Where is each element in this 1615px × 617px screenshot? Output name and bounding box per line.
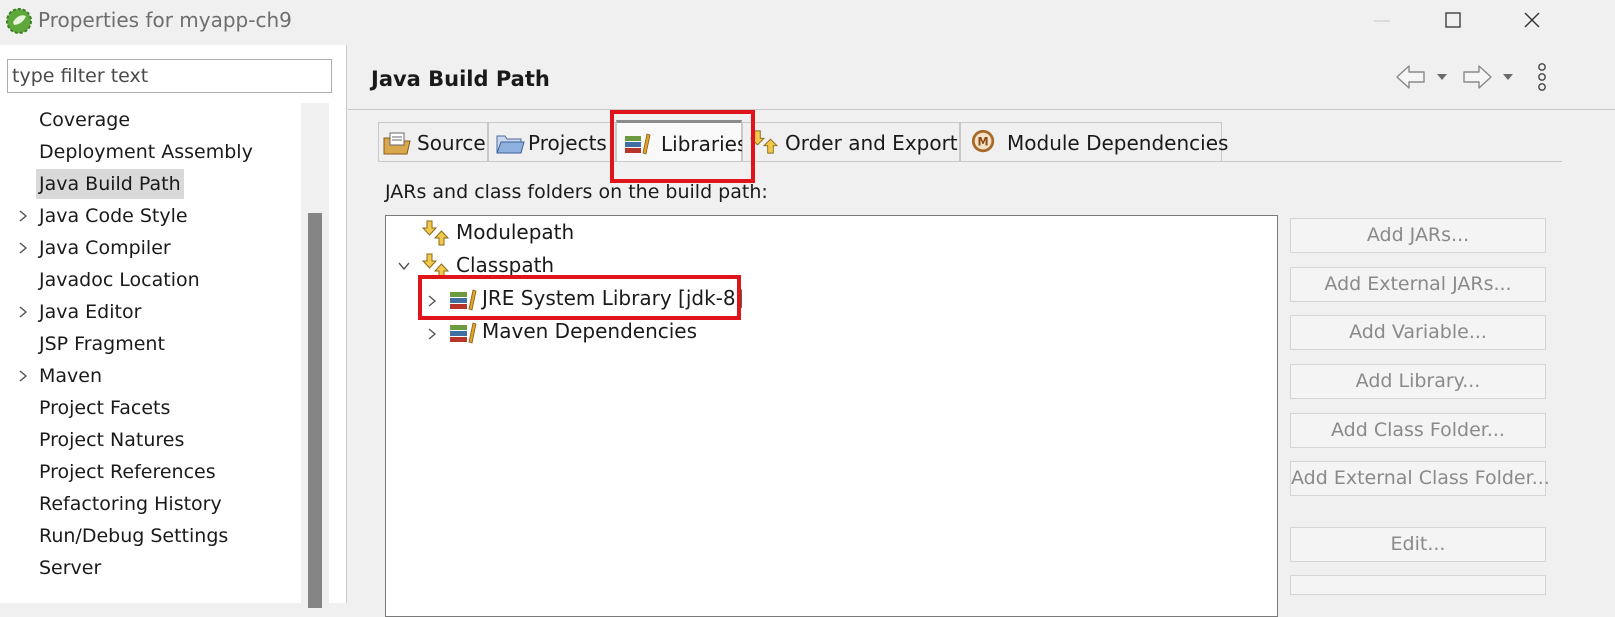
tab-order-and-export-label: Order and Export — [785, 131, 958, 155]
edit-button[interactable]: Edit... — [1290, 527, 1546, 562]
sidebar-item-label: Javadoc Location — [39, 269, 200, 291]
tree-item-label: Maven Dependencies — [482, 319, 698, 343]
sidebar-item-label: Run/Debug Settings — [39, 525, 229, 547]
source-folder-icon — [383, 132, 411, 155]
properties-content-pane: Java Build Path Source Projects Librarie… — [348, 45, 1615, 617]
add-external-jars-button[interactable]: Add External JARs... — [1290, 267, 1546, 302]
sidebar-item-label: Server — [39, 557, 102, 579]
maximize-button[interactable] — [1431, 4, 1477, 38]
remove-button-partial[interactable] — [1290, 575, 1546, 595]
path-arrows-icon — [422, 253, 450, 279]
chevron-right-icon[interactable] — [17, 242, 29, 254]
chevron-right-icon[interactable] — [17, 306, 29, 318]
sidebar-item-label: Coverage — [39, 109, 131, 131]
sidebar-item-label: JSP Fragment — [39, 333, 165, 355]
sidebar-item-label: Java Editor — [39, 301, 142, 323]
property-pages-tree: Coverage Deployment Assembly Java Build Pa… — [0, 104, 300, 584]
tab-projects[interactable]: Projects — [488, 122, 616, 162]
sidebar-item-label: Project References — [39, 461, 216, 483]
libraries-icon — [625, 133, 651, 155]
back-arrow-icon[interactable] — [1393, 60, 1429, 94]
sidebar-item-project-natures[interactable]: Project Natures — [0, 424, 300, 456]
close-button[interactable] — [1509, 4, 1555, 38]
sidebar-item-java-build-path[interactable]: Java Build Path — [0, 168, 300, 200]
window-title: Properties for myapp-ch9 — [38, 8, 292, 32]
sidebar-item-refactoring-history[interactable]: Refactoring History — [0, 488, 300, 520]
tab-order-and-export[interactable]: Order and Export — [742, 122, 960, 162]
chevron-right-icon[interactable] — [426, 295, 438, 307]
sidebar-item-deployment-assembly[interactable]: Deployment Assembly — [0, 136, 300, 168]
projects-folder-icon — [496, 135, 525, 154]
sidebar-item-project-facets[interactable]: Project Facets — [0, 392, 300, 424]
section-label: JARs and class folders on the build path… — [385, 181, 768, 203]
sidebar-item-label: Java Compiler — [39, 237, 171, 259]
sidebar-item-label: Deployment Assembly — [39, 141, 253, 163]
sidebar-item-label: Java Build Path — [36, 169, 184, 199]
chevron-right-icon[interactable] — [17, 210, 29, 222]
sidebar-item-java-code-style[interactable]: Java Code Style — [0, 200, 300, 232]
tree-item-label: Classpath — [456, 253, 555, 277]
tab-module-dependencies-label: Module Dependencies — [1007, 131, 1229, 155]
sidebar-item-run-debug-settings[interactable]: Run/Debug Settings — [0, 520, 300, 552]
sidebar-item-java-editor[interactable]: Java Editor — [0, 296, 300, 328]
tab-libraries[interactable]: Libraries — [616, 120, 747, 162]
tab-module-dependencies[interactable]: M Module Dependencies — [960, 122, 1228, 162]
sidebar-item-maven[interactable]: Maven — [0, 360, 300, 392]
back-dropdown-icon[interactable] — [1434, 60, 1450, 94]
sidebar-item-javadoc-location[interactable]: Javadoc Location — [0, 264, 300, 296]
chevron-right-icon[interactable] — [426, 328, 438, 340]
tab-projects-label: Projects — [528, 131, 607, 155]
minimize-icon — [1374, 20, 1390, 22]
more-options-icon[interactable] — [1534, 61, 1550, 95]
eclipse-spring-icon — [6, 8, 32, 34]
property-pages-pane: Coverage Deployment Assembly Java Build Pa… — [0, 45, 347, 608]
path-arrows-icon — [422, 220, 450, 246]
chevron-down-icon[interactable] — [398, 260, 410, 272]
tab-source[interactable]: Source — [378, 122, 488, 162]
order-export-icon — [749, 130, 779, 154]
sidebar-item-server[interactable]: Server — [0, 552, 300, 584]
vertical-scrollbar[interactable] — [301, 103, 329, 608]
maximize-icon — [1445, 12, 1461, 28]
page-title: Java Build Path — [371, 67, 550, 91]
sidebar-item-label: Project Facets — [39, 397, 171, 419]
tabs-baseline — [378, 161, 1562, 162]
sidebar-item-label: Java Code Style — [39, 205, 188, 227]
add-external-class-folder-button[interactable]: Add External Class Folder... — [1290, 461, 1550, 496]
build-path-tree[interactable]: Modulepath Classpath JRE System Library … — [385, 215, 1278, 617]
sidebar-item-java-compiler[interactable]: Java Compiler — [0, 232, 300, 264]
sidebar-item-label: Project Natures — [39, 429, 185, 451]
close-icon — [1524, 12, 1540, 28]
sidebar-item-project-references[interactable]: Project References — [0, 456, 300, 488]
sidebar-item-jsp-fragment[interactable]: JSP Fragment — [0, 328, 300, 360]
add-library-button[interactable]: Add Library... — [1290, 364, 1546, 399]
add-class-folder-button[interactable]: Add Class Folder... — [1290, 413, 1546, 448]
library-icon — [450, 289, 477, 311]
forward-arrow-icon[interactable] — [1459, 60, 1495, 94]
module-icon: M — [971, 129, 995, 153]
sidebar-item-label: Refactoring History — [39, 493, 222, 515]
tab-source-label: Source — [417, 131, 486, 155]
tree-item-label: Modulepath — [456, 220, 575, 244]
sidebar-item-label: Maven — [39, 365, 103, 387]
tree-item-label: JRE System Library [jdk-8] — [482, 286, 744, 310]
filter-input[interactable] — [7, 59, 332, 93]
add-variable-button[interactable]: Add Variable... — [1290, 315, 1546, 350]
svg-text:M: M — [978, 136, 989, 149]
title-bar: Properties for myapp-ch9 — [0, 0, 1615, 42]
chevron-right-icon[interactable] — [17, 370, 29, 382]
add-jars-button[interactable]: Add JARs... — [1290, 218, 1546, 253]
sidebar-item-coverage[interactable]: Coverage — [0, 104, 300, 136]
tab-libraries-label: Libraries — [661, 132, 748, 156]
forward-dropdown-icon[interactable] — [1500, 60, 1516, 94]
minimize-button[interactable] — [1362, 4, 1408, 38]
title-separator — [348, 109, 1615, 110]
library-icon — [450, 322, 477, 344]
scrollbar-thumb[interactable] — [308, 213, 322, 608]
